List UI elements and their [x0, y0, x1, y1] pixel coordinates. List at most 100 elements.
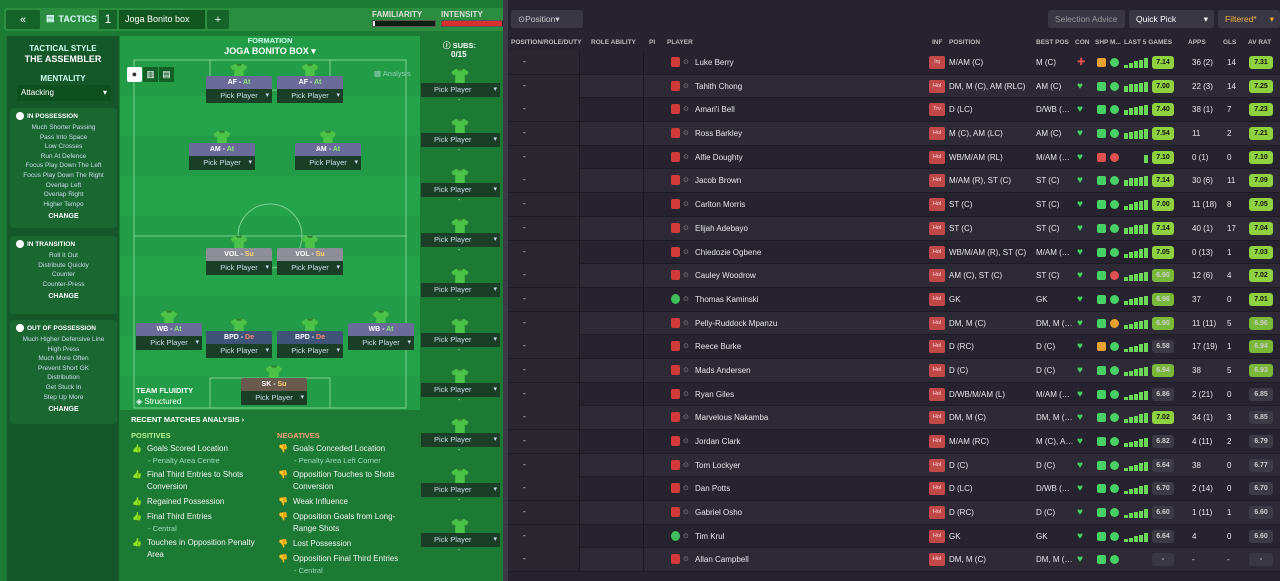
position-role-duty-cell[interactable]: -	[508, 406, 580, 430]
col-m[interactable]: M...	[1110, 39, 1121, 46]
player-name[interactable]: Reece Burke	[695, 342, 741, 351]
formation-select[interactable]: JOGA BONITO BOX ▾	[120, 46, 420, 57]
in-transition-change-button[interactable]: CHANGE	[10, 289, 117, 303]
position-role-duty-cell[interactable]: -	[508, 264, 580, 288]
player-name[interactable]: Allan Campbell	[695, 555, 749, 564]
add-tactic-button[interactable]: +	[207, 10, 229, 29]
pin-icon[interactable]: ⊙	[683, 319, 689, 327]
position-role-duty-cell[interactable]: -	[508, 524, 580, 548]
position-filter-button[interactable]: ⊙ Position ▾	[511, 10, 583, 28]
pin-icon[interactable]: ⊙	[683, 555, 689, 563]
position-role-duty-cell[interactable]: -	[508, 98, 580, 122]
pin-icon[interactable]: ⊙	[683, 271, 689, 279]
col-role-ability[interactable]: ROLE ABILITY	[591, 39, 636, 46]
table-row[interactable]: - ⊙ Amari'i Bell Trv D (LC) D/WB (… ♥ 7.40 38 (1…	[508, 98, 1280, 123]
tactic-slot[interactable]: VOL - Su Pick Player	[206, 248, 272, 275]
sub-pick-player-select[interactable]: Pick Player	[421, 183, 500, 197]
sub-pick-player-select[interactable]: Pick Player	[421, 133, 500, 147]
role-duty-label[interactable]: BPD - De	[277, 331, 343, 344]
col-position-role-duty[interactable]: POSITION/ROLE/DUTY	[511, 39, 581, 46]
tactic-slot[interactable]: BPD - De Pick Player	[277, 331, 343, 358]
pick-player-select[interactable]: Pick Player	[136, 336, 202, 350]
collapse-button[interactable]: «	[6, 10, 40, 29]
pin-icon[interactable]: ⊙	[683, 484, 689, 492]
role-duty-label[interactable]: VOL - Su	[206, 248, 272, 261]
player-name[interactable]: Pelly-Ruddock Mpanzu	[695, 319, 777, 328]
pick-player-select[interactable]: Pick Player	[277, 89, 343, 103]
position-role-duty-cell[interactable]: -	[508, 216, 580, 240]
col-con[interactable]: CON	[1075, 39, 1089, 46]
role-duty-label[interactable]: AF - At	[277, 76, 343, 89]
position-role-duty-cell[interactable]: -	[508, 311, 580, 335]
table-row[interactable]: - ⊙ Pelly-Ruddock Mpanzu Hol DM, M (C) DM, M …	[508, 311, 1280, 336]
pin-icon[interactable]: ⊙	[683, 295, 689, 303]
role-duty-label[interactable]: WB - At	[136, 323, 202, 336]
table-row[interactable]: - ⊙ Gabriel Osho Hol D (RC) D (C) ♥ 6.60 1 (11) 1…	[508, 501, 1280, 525]
role-duty-label[interactable]: AF - At	[206, 76, 272, 89]
position-role-duty-cell[interactable]: -	[508, 287, 580, 311]
table-row[interactable]: - ⊙ Mads Andersen Hol D (C) D (C) ♥ 6.94 38 5 6.93	[508, 358, 1280, 383]
player-name[interactable]: Tahith Chong	[695, 82, 742, 91]
quick-pick-button[interactable]: Quick Pick ▾	[1129, 10, 1214, 28]
analysis-toggle[interactable]: ▦ Analysis	[374, 69, 411, 78]
tactic-slot[interactable]: AM - At Pick Player	[295, 143, 361, 170]
bar-chart-icon[interactable]: ▥	[143, 67, 158, 82]
player-name[interactable]: Gabriel Osho	[695, 508, 742, 517]
position-role-duty-cell[interactable]: -	[508, 477, 580, 501]
tactical-style-value[interactable]: THE ASSEMBLER	[7, 54, 119, 64]
pick-player-select[interactable]: Pick Player	[206, 344, 272, 358]
col-av-rat[interactable]: AV RAT	[1248, 39, 1271, 46]
position-role-duty-cell[interactable]: -	[508, 122, 580, 146]
pin-icon[interactable]: ⊙	[683, 437, 689, 445]
table-row[interactable]: - ⊙ Cauley Woodrow Hol AM (C), ST (C) ST (C) ♥…	[508, 264, 1280, 288]
tactic-slot[interactable]: AM - At Pick Player	[189, 143, 255, 170]
pin-icon[interactable]: ⊙	[683, 153, 689, 161]
table-row[interactable]: - ⊙ Jordan Clark Hol M/AM (RC) M (C), A… ♥ 6.82…	[508, 430, 1280, 454]
pin-icon[interactable]: ⊙	[683, 413, 689, 421]
table-row[interactable]: - ⊙ Ross Barkley Hol M (C), AM (LC) AM (C) ♥ 7.…	[508, 122, 1280, 146]
player-name[interactable]: Alfie Doughty	[695, 153, 743, 162]
player-name[interactable]: Luke Berry	[695, 58, 734, 67]
player-name[interactable]: Tim Krul	[695, 532, 724, 541]
table-row[interactable]: - ⊙ Alfie Doughty Hol WB/M/AM (RL) M/AM (… ♥ 7.…	[508, 145, 1280, 170]
table-row[interactable]: - ⊙ Allan Campbell Hol DM, M (C) DM, M (… ♥ - - -…	[508, 548, 1280, 573]
col-apps[interactable]: APPS	[1188, 39, 1206, 46]
pick-player-select[interactable]: Pick Player	[277, 261, 343, 275]
pick-player-select[interactable]: Pick Player	[295, 156, 361, 170]
col-shp[interactable]: SHP	[1095, 39, 1108, 46]
position-role-duty-cell[interactable]: -	[508, 74, 580, 98]
pick-player-select[interactable]: Pick Player	[241, 391, 307, 405]
sub-pick-player-select[interactable]: Pick Player	[421, 333, 500, 347]
table-row[interactable]: - ⊙ Marvelous Nakamba Hol DM, M (C) DM, M (… ♥…	[508, 406, 1280, 430]
position-role-duty-cell[interactable]: -	[508, 453, 580, 477]
filtered-button[interactable]: Filtered* ▾	[1218, 10, 1280, 28]
tactic-slot[interactable]: WB - At Pick Player	[136, 323, 202, 350]
pick-player-select[interactable]: Pick Player	[206, 261, 272, 275]
pick-player-select[interactable]: Pick Player	[206, 89, 272, 103]
player-name[interactable]: Jacob Brown	[695, 176, 741, 185]
role-duty-label[interactable]: AM - At	[189, 143, 255, 156]
position-role-duty-cell[interactable]: -	[508, 430, 580, 453]
table-row[interactable]: - ⊙ Carlton Morris Hol ST (C) ST (C) ♥ 7.00 11 (…	[508, 193, 1280, 217]
pin-icon[interactable]: ⊙	[683, 176, 689, 184]
tactic-slot[interactable]: AF - At Pick Player	[206, 76, 272, 103]
sub-pick-player-select[interactable]: Pick Player	[421, 533, 500, 547]
sub-pick-player-select[interactable]: Pick Player	[421, 483, 500, 497]
in-possession-change-button[interactable]: CHANGE	[10, 209, 117, 223]
player-name[interactable]: Thomas Kaminski	[695, 295, 759, 304]
list-icon[interactable]: ▤	[159, 67, 174, 82]
role-duty-label[interactable]: WB - At	[348, 323, 414, 336]
position-role-duty-cell[interactable]: -	[508, 358, 580, 382]
player-name[interactable]: Amari'i Bell	[695, 105, 735, 114]
tactic-slot[interactable]: VOL - Su Pick Player	[277, 248, 343, 275]
col-inf[interactable]: INF	[932, 39, 942, 46]
table-row[interactable]: - ⊙ Chiedozie Ogbene Hol WB/M/AM (R), ST (C)…	[508, 240, 1280, 265]
sub-pick-player-select[interactable]: Pick Player	[421, 433, 500, 447]
position-role-duty-cell[interactable]: -	[508, 335, 580, 359]
player-name[interactable]: Tom Lockyer	[695, 461, 740, 470]
pin-icon[interactable]: ⊙	[683, 532, 689, 540]
col-position[interactable]: POSITION	[949, 39, 980, 46]
mentality-select[interactable]: Attacking ▾	[17, 85, 111, 101]
table-row[interactable]: - ⊙ Ryan Giles Hol D/WB/M/AM (L) M/AM (… ♥ 6.86…	[508, 382, 1280, 407]
out-of-possession-change-button[interactable]: CHANGE	[10, 402, 117, 416]
